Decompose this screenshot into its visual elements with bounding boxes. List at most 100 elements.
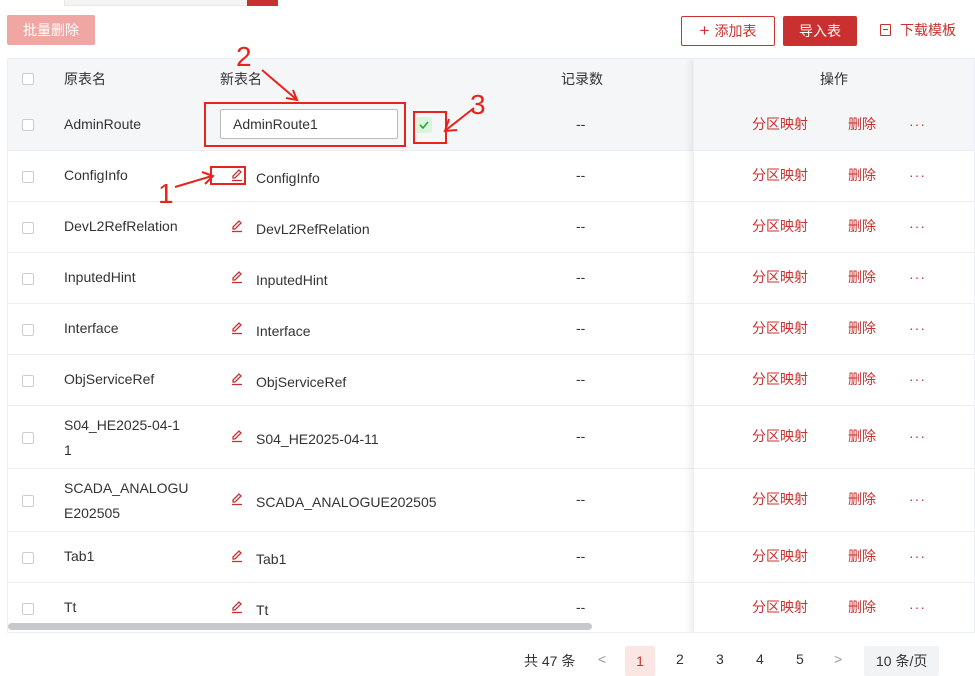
edit-pencil-icon[interactable]: [230, 321, 244, 335]
page-1-button[interactable]: 1: [625, 646, 655, 676]
partition-mapping-link[interactable]: 分区映射: [752, 112, 808, 137]
next-page-button[interactable]: >: [834, 651, 842, 667]
delete-link[interactable]: 删除: [848, 424, 876, 449]
row-checkbox[interactable]: [22, 432, 34, 444]
edit-pencil-icon[interactable]: [230, 168, 244, 182]
tables-grid: 原表名 新表名 记录数 操作 AdminRoute -- ConfigInfoC…: [7, 58, 975, 633]
check-icon: [419, 121, 429, 130]
new-name-input-box[interactable]: [220, 109, 398, 139]
edit-pencil-icon[interactable]: [230, 219, 244, 233]
header-original-name: 原表名: [64, 71, 106, 87]
horizontal-scrollbar[interactable]: [8, 623, 592, 630]
row-checkbox[interactable]: [22, 273, 34, 285]
new-name: SCADA_ANALOGUE202505: [256, 494, 437, 510]
edit-pencil-icon[interactable]: [230, 600, 244, 614]
original-name: S04_HE2025-04-1 1: [64, 413, 194, 463]
record-count: --: [576, 116, 586, 132]
header-record-count: 记录数: [561, 71, 603, 87]
record-count: --: [576, 428, 586, 444]
more-actions-button[interactable]: ···: [909, 544, 926, 569]
record-count: --: [576, 491, 586, 507]
more-actions-button[interactable]: ···: [909, 367, 926, 392]
original-name: AdminRoute: [64, 116, 142, 132]
row-checkbox[interactable]: [22, 171, 34, 183]
row-checkbox[interactable]: [22, 495, 34, 507]
partition-mapping-link[interactable]: 分区映射: [752, 424, 808, 449]
delete-link[interactable]: 删除: [848, 487, 876, 512]
delete-link[interactable]: 删除: [848, 163, 876, 188]
row-checkbox[interactable]: [22, 222, 34, 234]
original-name: Tab1: [64, 548, 95, 564]
partition-mapping-link[interactable]: 分区映射: [752, 367, 808, 392]
edit-pencil-icon[interactable]: [230, 549, 244, 563]
edit-pencil-icon[interactable]: [230, 270, 244, 284]
original-name: DevL2RefRelation: [64, 218, 178, 234]
original-name: Interface: [64, 320, 119, 336]
prev-page-button[interactable]: <: [598, 651, 606, 667]
confirm-rename-button[interactable]: [416, 117, 432, 133]
page-size-select[interactable]: 10 条/页: [864, 646, 940, 676]
add-table-label: 添加表: [714, 23, 757, 39]
new-name: Tab1: [256, 551, 287, 567]
new-name: ObjServiceRef: [256, 374, 347, 390]
import-table-button[interactable]: 导入表: [783, 16, 857, 46]
record-count: --: [576, 218, 586, 234]
original-name-line: E202505: [64, 505, 121, 521]
page-4-button[interactable]: 4: [756, 651, 764, 667]
page-3-button[interactable]: 3: [716, 651, 724, 667]
delete-link[interactable]: 删除: [848, 265, 876, 290]
original-name: Tt: [64, 599, 77, 615]
more-actions-button[interactable]: ···: [909, 595, 926, 620]
more-actions-button[interactable]: ···: [909, 112, 926, 137]
partition-mapping-link[interactable]: 分区映射: [752, 487, 808, 512]
more-actions-button[interactable]: ···: [909, 424, 926, 449]
actions-fixed-column: [693, 59, 974, 632]
partition-mapping-link[interactable]: 分区映射: [752, 163, 808, 188]
partition-mapping-link[interactable]: 分区映射: [752, 265, 808, 290]
delete-link[interactable]: 删除: [848, 112, 876, 137]
partition-mapping-link[interactable]: 分区映射: [752, 544, 808, 569]
more-actions-button[interactable]: ···: [909, 265, 926, 290]
record-count: --: [576, 371, 586, 387]
new-name: S04_HE2025-04-11: [256, 431, 379, 447]
edit-pencil-icon[interactable]: [230, 372, 244, 386]
delete-link[interactable]: 删除: [848, 595, 876, 620]
page-5-button[interactable]: 5: [796, 651, 804, 667]
row-checkbox[interactable]: [22, 375, 34, 387]
record-count: --: [576, 167, 586, 183]
delete-link[interactable]: 删除: [848, 316, 876, 341]
more-actions-button[interactable]: ···: [909, 214, 926, 239]
header-new-name: 新表名: [220, 71, 262, 87]
record-count: --: [576, 269, 586, 285]
partition-mapping-link[interactable]: 分区映射: [752, 595, 808, 620]
original-name: ConfigInfo: [64, 167, 128, 183]
batch-delete-button[interactable]: 批量删除: [7, 15, 95, 45]
original-name: SCADA_ANALOGU E202505: [64, 476, 194, 526]
delete-link[interactable]: 删除: [848, 367, 876, 392]
partition-mapping-link[interactable]: 分区映射: [752, 214, 808, 239]
page-2-button[interactable]: 2: [676, 651, 684, 667]
new-name-input[interactable]: [233, 111, 393, 137]
row-checkbox[interactable]: [22, 603, 34, 615]
original-name-line: S04_HE2025-04-1: [64, 417, 180, 433]
plus-icon: +: [699, 21, 710, 40]
top-search-button-fragment[interactable]: [247, 0, 278, 6]
edit-pencil-icon[interactable]: [230, 492, 244, 506]
original-name: InputedHint: [64, 269, 136, 285]
more-actions-button[interactable]: ···: [909, 163, 926, 188]
download-template-link[interactable]: 下载模板: [880, 16, 970, 46]
record-count: --: [576, 599, 586, 615]
row-checkbox[interactable]: [22, 119, 34, 131]
more-actions-button[interactable]: ···: [909, 487, 926, 512]
delete-link[interactable]: 删除: [848, 544, 876, 569]
row-checkbox[interactable]: [22, 324, 34, 336]
select-all-checkbox[interactable]: [22, 73, 34, 85]
row-checkbox[interactable]: [22, 552, 34, 564]
more-actions-button[interactable]: ···: [909, 316, 926, 341]
delete-link[interactable]: 删除: [848, 214, 876, 239]
top-search-input-fragment[interactable]: [64, 0, 251, 6]
edit-pencil-icon[interactable]: [230, 429, 244, 443]
new-name: DevL2RefRelation: [256, 221, 370, 237]
add-table-button[interactable]: + 添加表: [681, 16, 775, 46]
partition-mapping-link[interactable]: 分区映射: [752, 316, 808, 341]
